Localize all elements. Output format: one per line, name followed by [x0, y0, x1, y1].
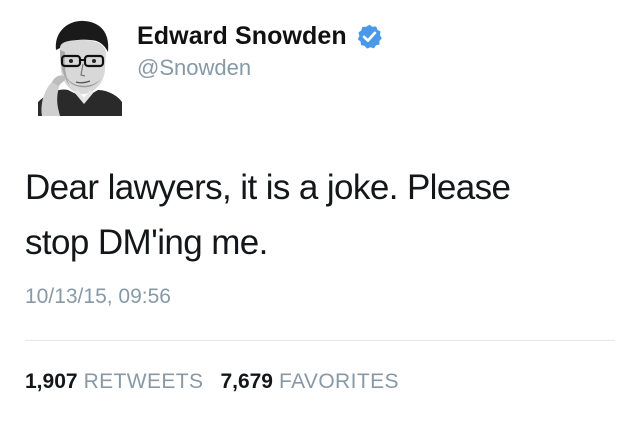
favorites-count: 7,679: [220, 370, 273, 393]
display-name[interactable]: Edward Snowden: [137, 22, 347, 51]
favorites-stat[interactable]: 7,679 FAVORITES: [220, 370, 398, 394]
retweets-stat[interactable]: 1,907 RETWEETS: [25, 370, 203, 394]
tweet-text-line: stop DM'ing me.: [25, 223, 268, 262]
verified-badge-icon: [356, 23, 383, 50]
tweet-detail: Edward Snowden @Snowden Dear lawyers, it…: [0, 0, 640, 422]
divider: [25, 340, 615, 341]
profile-photo: [38, 18, 122, 116]
user-name-row: Edward Snowden: [137, 20, 383, 52]
avatar[interactable]: [38, 18, 122, 116]
favorites-label: FAVORITES: [279, 370, 399, 393]
retweets-label: RETWEETS: [83, 370, 204, 393]
tweet-text: Dear lawyers, it is a joke. Please stop …: [25, 160, 605, 270]
tweet-timestamp: 10/13/15, 09:56: [25, 285, 171, 308]
user-handle[interactable]: @Snowden: [137, 55, 251, 81]
tweet-text-line: Dear lawyers, it is a joke. Please: [25, 168, 511, 207]
tweet-stats: 1,907 RETWEETS 7,679 FAVORITES: [25, 370, 416, 394]
retweets-count: 1,907: [25, 370, 78, 393]
